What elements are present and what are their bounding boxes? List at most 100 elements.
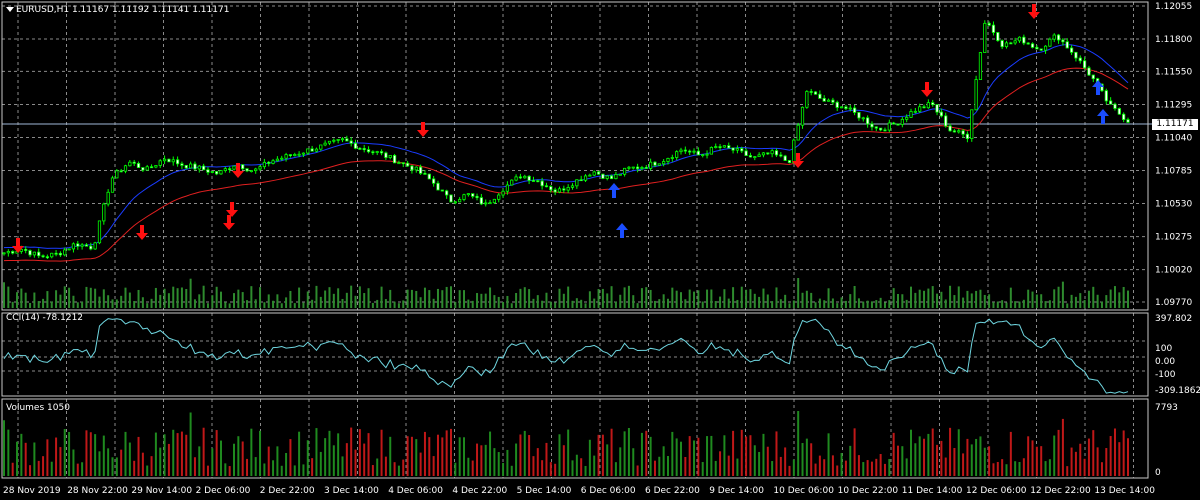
candle-body bbox=[900, 118, 904, 125]
candle-body bbox=[154, 165, 158, 168]
candle-body bbox=[887, 122, 891, 131]
candle-body bbox=[844, 106, 848, 109]
candle-body bbox=[223, 168, 227, 171]
candle-body bbox=[471, 193, 475, 197]
candle-body bbox=[54, 252, 58, 255]
candle-body bbox=[136, 163, 141, 168]
candle-body bbox=[388, 155, 392, 158]
candle-body bbox=[978, 52, 983, 80]
candle-body bbox=[852, 107, 857, 113]
candle-body bbox=[553, 189, 557, 193]
price-axis-label: 1.11800 bbox=[1155, 35, 1192, 45]
candle-body bbox=[1013, 40, 1017, 44]
collapse-icon[interactable] bbox=[6, 7, 14, 12]
candle-body bbox=[11, 251, 15, 254]
candle-body bbox=[397, 162, 401, 165]
candle-body bbox=[792, 139, 796, 164]
candle-body bbox=[119, 170, 123, 173]
candle-body bbox=[297, 153, 301, 156]
candle-body bbox=[167, 158, 171, 163]
candle-body bbox=[649, 161, 653, 169]
candle-body bbox=[835, 101, 839, 108]
candle-body bbox=[41, 255, 45, 258]
candle-body bbox=[254, 168, 258, 172]
candle-body bbox=[1043, 45, 1048, 51]
candle-body bbox=[440, 189, 444, 192]
candle-body bbox=[267, 161, 271, 164]
candle-body bbox=[132, 161, 136, 164]
time-axis-label: 6 Dec 22:00 bbox=[645, 486, 700, 496]
candle-body bbox=[45, 256, 49, 259]
candle-body bbox=[93, 242, 97, 250]
candle-body bbox=[175, 159, 180, 165]
candle-body bbox=[1056, 34, 1061, 41]
candle-body bbox=[705, 153, 709, 156]
buy-arrow-icon bbox=[616, 223, 628, 238]
candle-body bbox=[58, 252, 63, 256]
candle-body bbox=[653, 161, 657, 166]
candle-body bbox=[362, 148, 366, 151]
candle-body bbox=[241, 164, 245, 170]
time-axis-label: 4 Dec 06:00 bbox=[388, 486, 443, 496]
candle-body bbox=[675, 151, 679, 158]
candle-body bbox=[874, 126, 878, 129]
candle-body bbox=[813, 91, 818, 95]
candle-body bbox=[280, 157, 284, 160]
chart-canvas: 1.12055 1.11800 1.11550 1.11295 1.11040 1.107… bbox=[1, 1, 1200, 496]
candle-body bbox=[123, 165, 128, 172]
candle-body bbox=[683, 149, 687, 152]
candle-body bbox=[1104, 90, 1108, 102]
candle-body bbox=[818, 93, 822, 99]
time-axis-label: 4 Dec 22:00 bbox=[452, 486, 507, 496]
candle-body bbox=[766, 152, 770, 155]
candle-body bbox=[692, 150, 696, 153]
candle-body bbox=[271, 160, 275, 164]
candle-body bbox=[983, 22, 987, 53]
candle-body bbox=[614, 174, 618, 180]
candle-body bbox=[2, 252, 6, 255]
candle-body bbox=[848, 107, 852, 110]
candle-body bbox=[462, 194, 466, 200]
candle-body bbox=[24, 248, 28, 251]
candle-body bbox=[796, 124, 800, 141]
candle-body bbox=[709, 147, 713, 155]
candle-body bbox=[1000, 40, 1004, 48]
candle-body bbox=[974, 79, 978, 111]
candle-body bbox=[774, 150, 779, 156]
pane-border bbox=[1, 1, 1149, 311]
candle-body bbox=[631, 166, 635, 169]
candle-body bbox=[50, 252, 54, 258]
candle-body bbox=[6, 251, 10, 254]
candle-body bbox=[892, 122, 896, 125]
candle-body bbox=[957, 130, 961, 133]
candle-body bbox=[883, 129, 887, 132]
candle-body bbox=[80, 244, 84, 247]
buy-arrow-icon bbox=[608, 183, 620, 198]
candle-body bbox=[839, 106, 844, 109]
candle-body bbox=[1048, 38, 1052, 47]
candle-body bbox=[805, 91, 809, 108]
candle-body bbox=[970, 109, 974, 140]
cci-line bbox=[3, 318, 1129, 394]
cci-axis-label: 397.802 bbox=[1155, 314, 1192, 324]
candle-body bbox=[206, 169, 210, 173]
candle-body bbox=[89, 245, 93, 250]
cci-axis-label: 0.00 bbox=[1155, 357, 1175, 367]
time-axis-label: 12 Dec 22:00 bbox=[1030, 486, 1091, 496]
time-axis-label: 13 Dec 14:00 bbox=[1094, 486, 1155, 496]
candle-body bbox=[141, 167, 145, 171]
candle-body bbox=[332, 139, 336, 142]
sell-arrow-icon bbox=[226, 202, 238, 217]
candle-body bbox=[149, 166, 154, 169]
candle-body bbox=[1004, 42, 1009, 48]
candle-body bbox=[566, 187, 570, 191]
volume-axis-label: 0 bbox=[1155, 468, 1161, 478]
candle-body bbox=[323, 142, 327, 146]
candle-body bbox=[210, 171, 214, 173]
candle-body bbox=[353, 142, 358, 149]
candle-body bbox=[1017, 36, 1022, 42]
candle-body bbox=[180, 163, 184, 166]
candle-body bbox=[475, 195, 479, 199]
candle-body bbox=[202, 165, 206, 171]
candle-body bbox=[1087, 67, 1091, 76]
